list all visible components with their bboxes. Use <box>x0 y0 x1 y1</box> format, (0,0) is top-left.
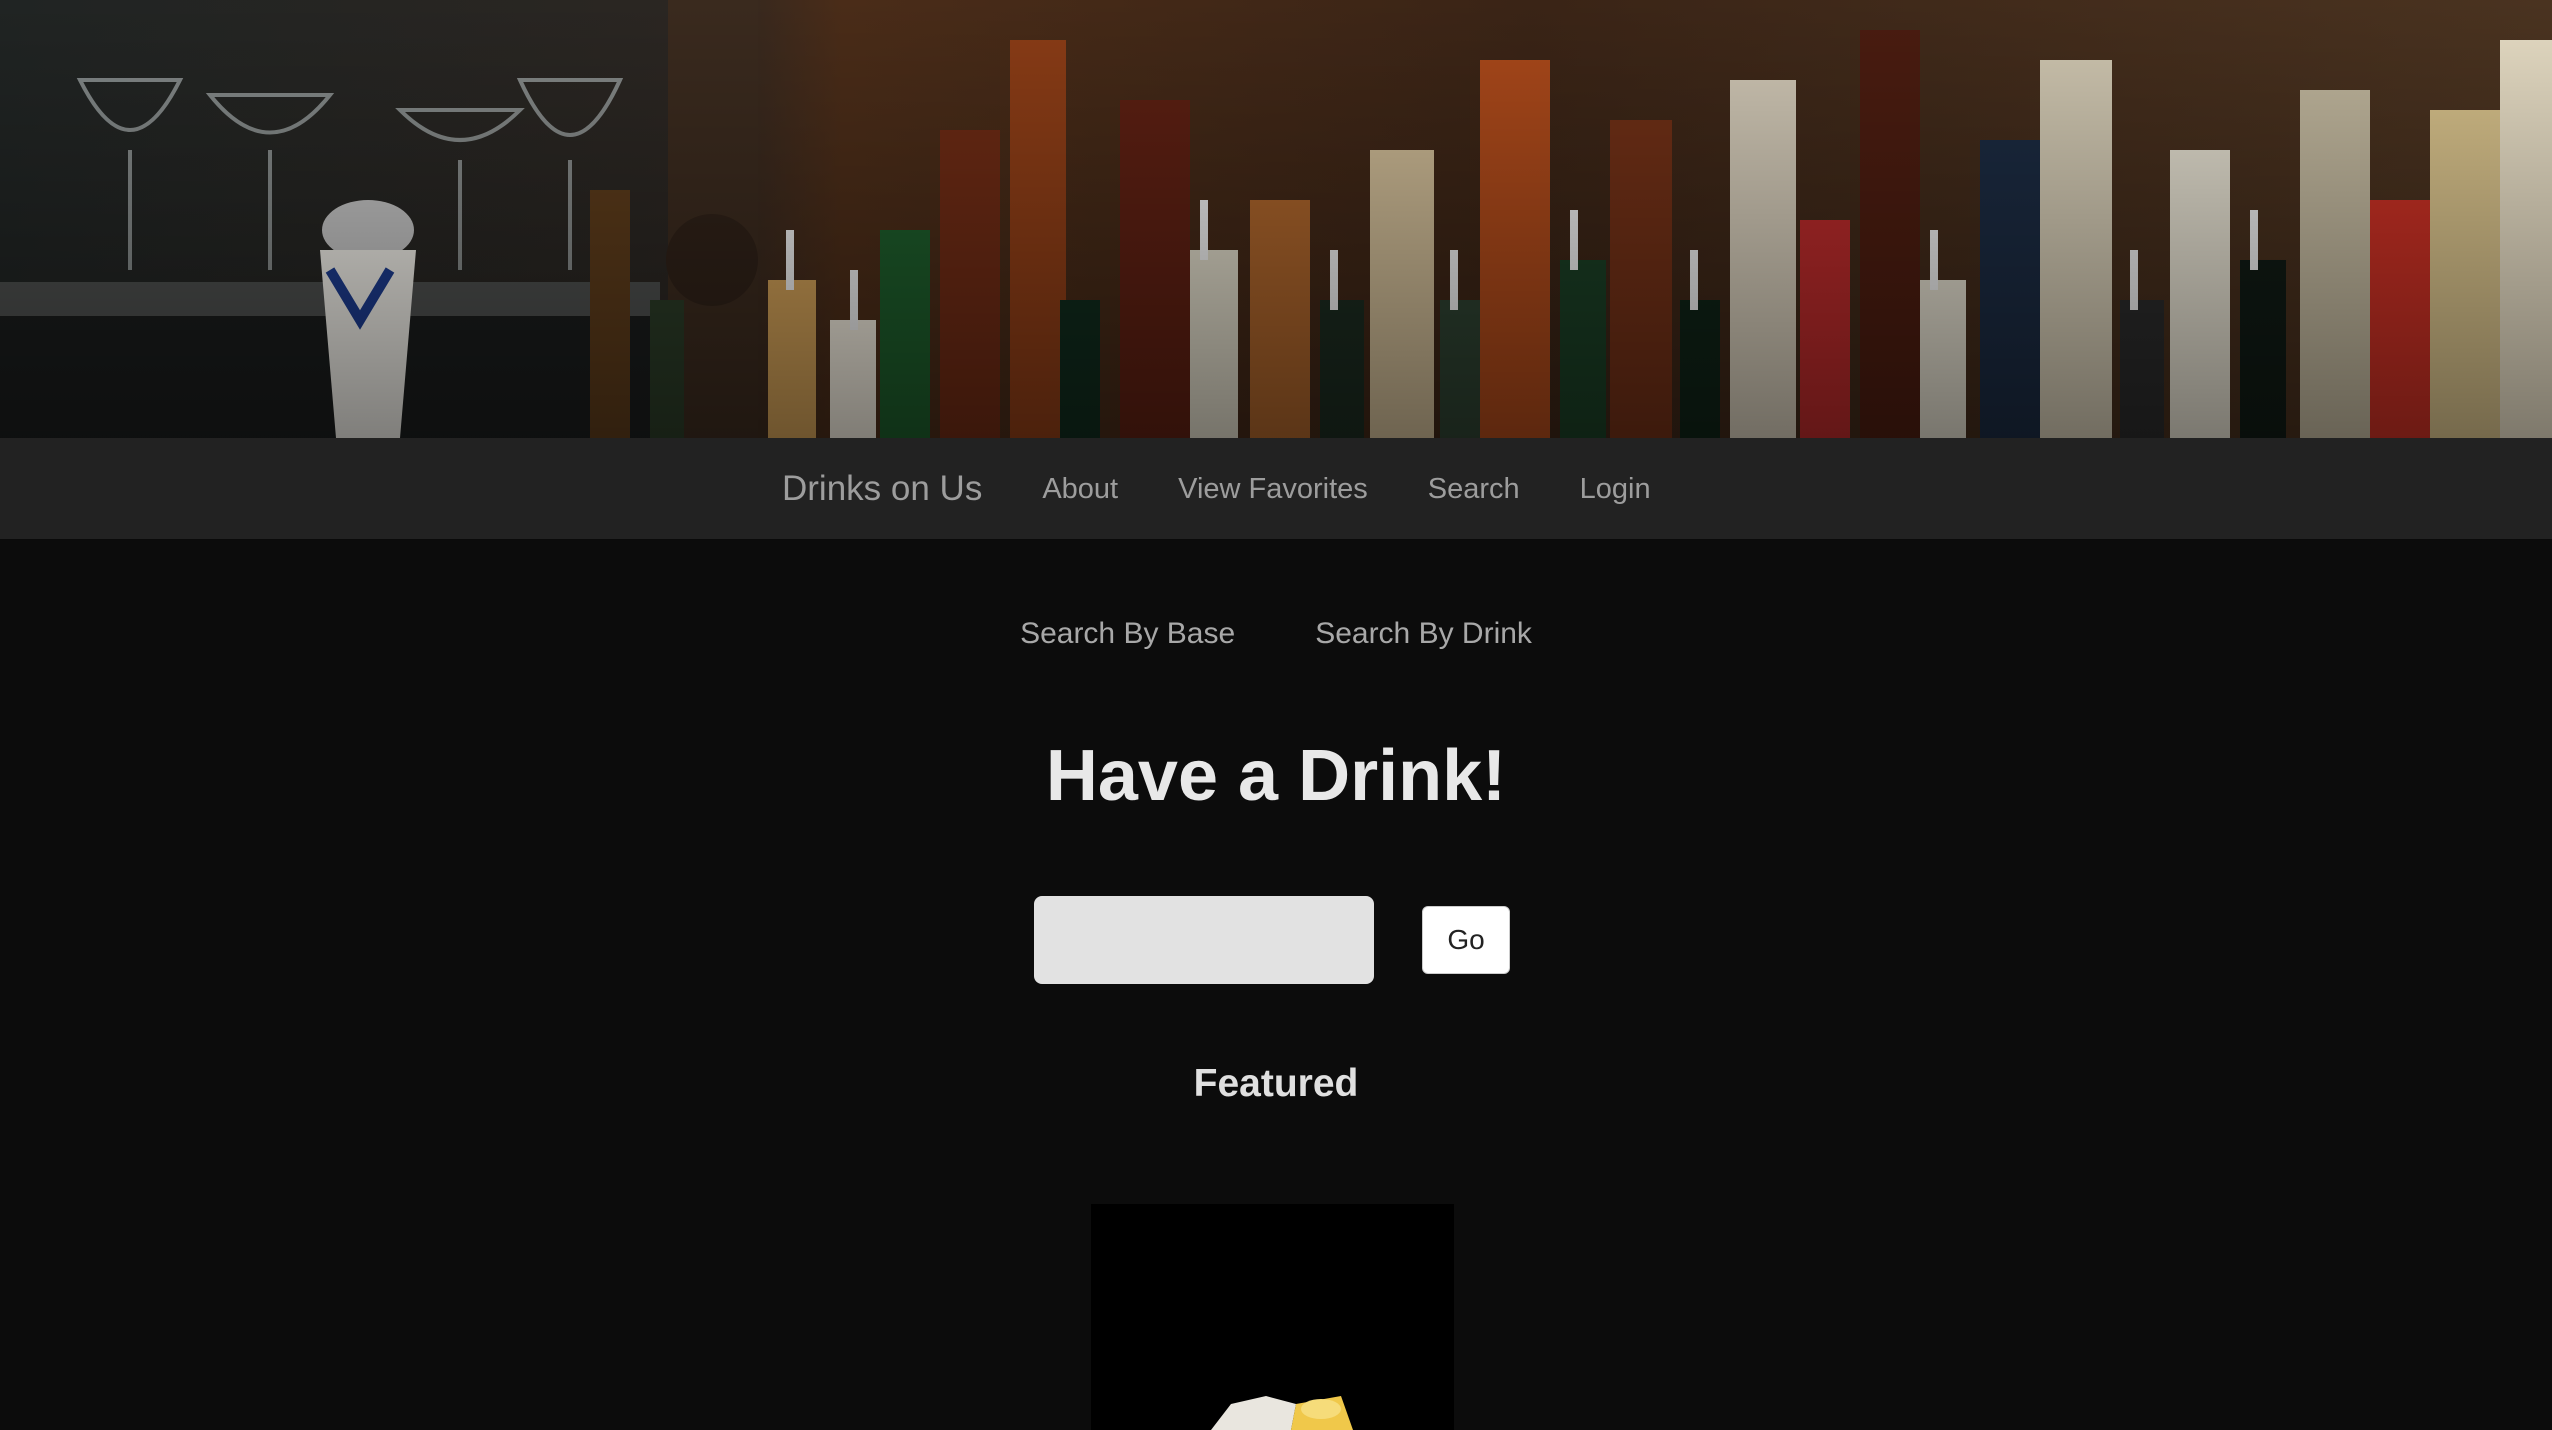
search-form: Go <box>1034 896 1510 984</box>
search-by-drink-link[interactable]: Search By Drink <box>1315 617 1532 651</box>
brand-link[interactable]: Drinks on Us <box>782 469 982 509</box>
featured-drink-image[interactable] <box>1091 1204 1454 1430</box>
nav-search-link[interactable]: Search <box>1428 473 1520 506</box>
page-title: Have a Drink! <box>1045 736 1507 816</box>
top-navbar: Drinks on Us About View Favorites Search… <box>0 438 2552 540</box>
bar-shelf-illustration <box>0 0 2552 438</box>
search-by-base-link[interactable]: Search By Base <box>1020 617 1235 651</box>
hero-banner-image <box>0 0 2552 438</box>
cocktail-illustration <box>1091 1204 1454 1430</box>
navbar-links: Drinks on Us About View Favorites Search… <box>782 438 1711 540</box>
nav-about-link[interactable]: About <box>1042 473 1118 506</box>
go-button[interactable]: Go <box>1422 906 1510 974</box>
search-mode-nav: Search By Base Search By Drink <box>0 617 2552 651</box>
nav-view-favorites-link[interactable]: View Favorites <box>1178 473 1368 506</box>
search-input[interactable] <box>1034 896 1374 984</box>
featured-heading: Featured <box>1193 1062 1359 1105</box>
nav-login-link[interactable]: Login <box>1580 473 1651 506</box>
